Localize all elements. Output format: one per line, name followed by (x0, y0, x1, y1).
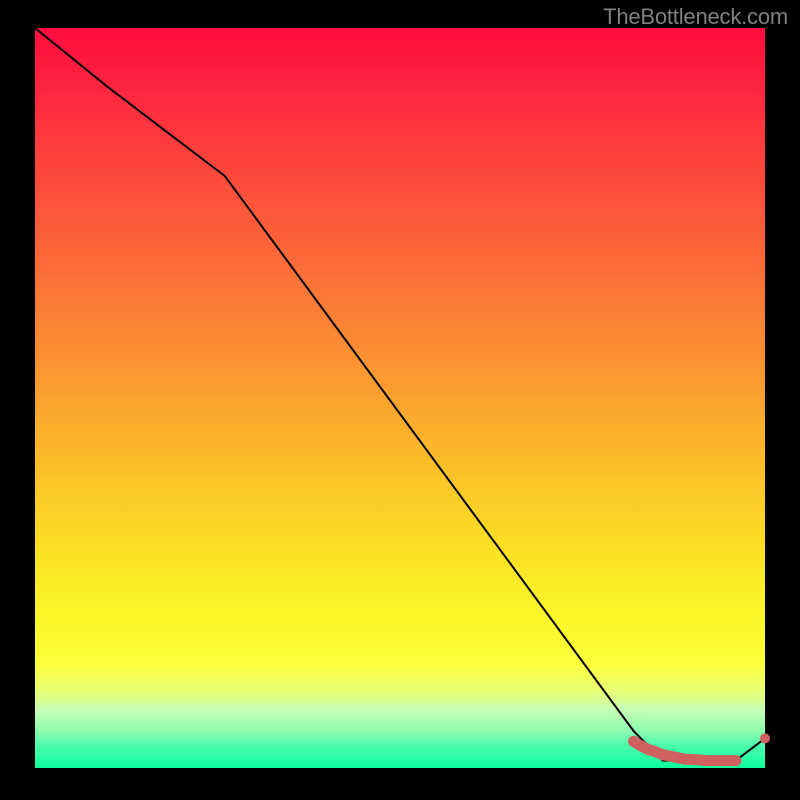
attribution-text: TheBottleneck.com (603, 4, 788, 30)
marker-dot (730, 755, 741, 766)
chart-container: TheBottleneck.com (0, 0, 800, 800)
plot-background (35, 28, 765, 768)
marker-dot (679, 754, 690, 765)
bottleneck-chart (0, 0, 800, 800)
marker-dot (701, 755, 712, 766)
marker-dot (657, 749, 668, 760)
end-point-marker (760, 733, 770, 743)
